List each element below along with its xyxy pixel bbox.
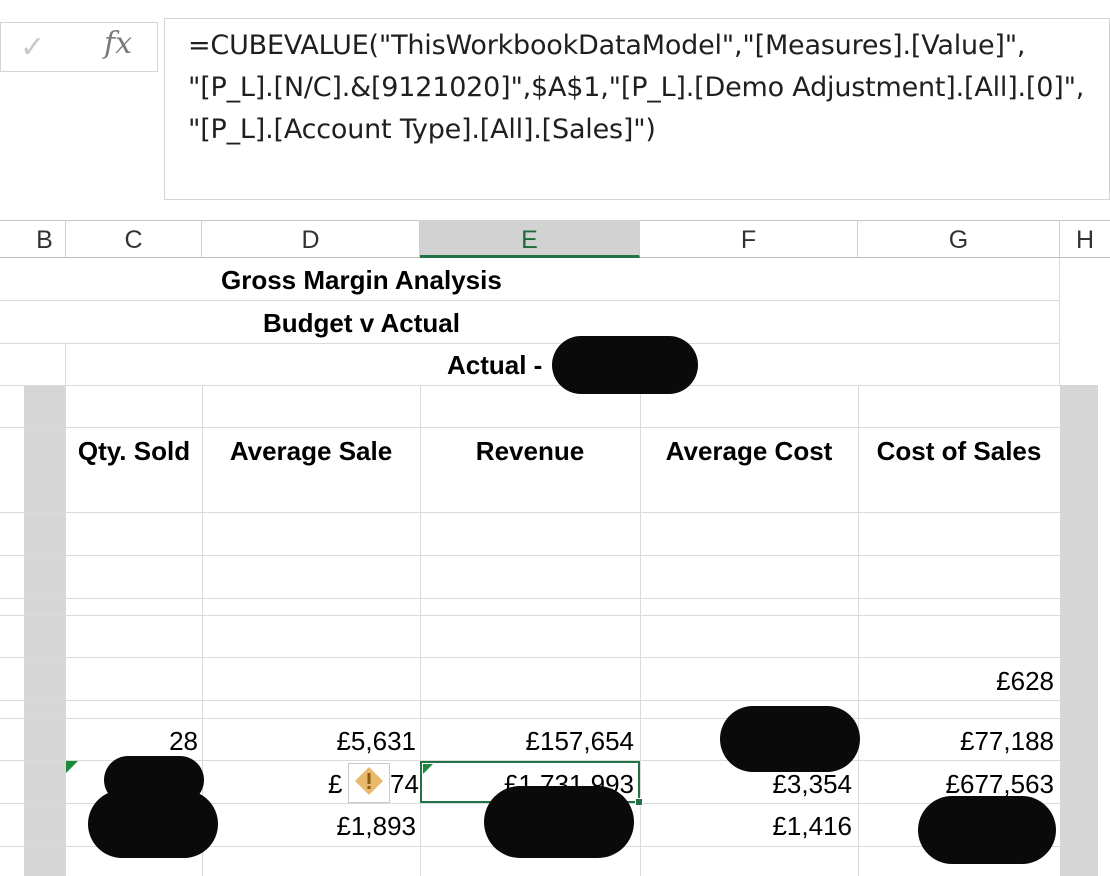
column-header-e[interactable]: E	[420, 220, 640, 258]
column-header-g[interactable]: G	[858, 220, 1060, 258]
cell-qty-sold[interactable]: 28	[66, 726, 198, 757]
header-average-cost: Average Cost	[665, 436, 833, 466]
redaction-mark	[720, 706, 860, 772]
cell-revenue[interactable]: £157,654	[420, 726, 634, 757]
redaction-mark	[552, 336, 698, 394]
gridline	[0, 555, 1060, 556]
cell-average-sale[interactable]: £1,893	[202, 811, 416, 842]
cell-average-cost[interactable]: £1,416	[640, 811, 852, 842]
warning-icon[interactable]	[354, 766, 384, 796]
column-header-h[interactable]: H	[1060, 220, 1110, 258]
gridline	[0, 700, 1060, 701]
period-label: Actual -	[447, 350, 543, 380]
gray-band-right	[1060, 385, 1098, 876]
gridline	[0, 427, 1060, 428]
header-qty-sold: Qty. Sold	[77, 436, 191, 466]
column-header-c[interactable]: C	[66, 220, 202, 258]
header-revenue: Revenue	[475, 436, 585, 466]
cell-average-sale-suffix[interactable]: 74	[390, 769, 419, 800]
gridline	[65, 343, 66, 876]
gridline	[0, 300, 1060, 301]
redaction-mark	[88, 790, 218, 858]
gridline	[0, 512, 1060, 513]
gridline	[0, 598, 1060, 599]
formula-line-3: "[P_L].[Account Type].[All].[Sales]")	[188, 114, 656, 145]
gridline	[0, 657, 1060, 658]
report-subtitle: Budget v Actual	[263, 308, 460, 338]
report-title: Gross Margin Analysis	[221, 265, 502, 295]
formula-line-1: =CUBEVALUE("ThisWorkbookDataModel","[Mea…	[188, 30, 1026, 61]
cell-cost-of-sales[interactable]: £77,188	[858, 726, 1054, 757]
header-average-sale: Average Sale	[229, 436, 393, 466]
formula-line-2: "[P_L].[N/C].&[9121020]",$A$1,"[P_L].[De…	[188, 72, 1085, 103]
gridline	[0, 385, 1060, 386]
gridline	[0, 615, 1060, 616]
cell-cost-of-sales[interactable]: £628	[858, 666, 1054, 697]
checkmark-icon[interactable]: ✓	[20, 30, 45, 65]
column-header-d[interactable]: D	[202, 220, 420, 258]
column-header-f[interactable]: F	[640, 220, 858, 258]
cell-average-sale[interactable]: £5,631	[202, 726, 416, 757]
column-header-b[interactable]: B	[24, 220, 66, 258]
header-cost-of-sales: Cost of Sales	[876, 436, 1042, 466]
fill-handle[interactable]	[635, 798, 643, 806]
cell-average-sale-prefix[interactable]: £	[328, 769, 342, 800]
gridline	[1059, 258, 1060, 385]
insert-function-icon[interactable]: fx	[104, 26, 132, 61]
error-indicator-triangle	[66, 761, 78, 773]
error-indicator-triangle	[423, 764, 433, 774]
redaction-mark	[484, 786, 634, 858]
redaction-mark	[918, 796, 1056, 864]
cell-average-cost[interactable]: £3,354	[640, 769, 852, 800]
gridline	[0, 343, 1060, 344]
gridline	[0, 718, 1060, 719]
